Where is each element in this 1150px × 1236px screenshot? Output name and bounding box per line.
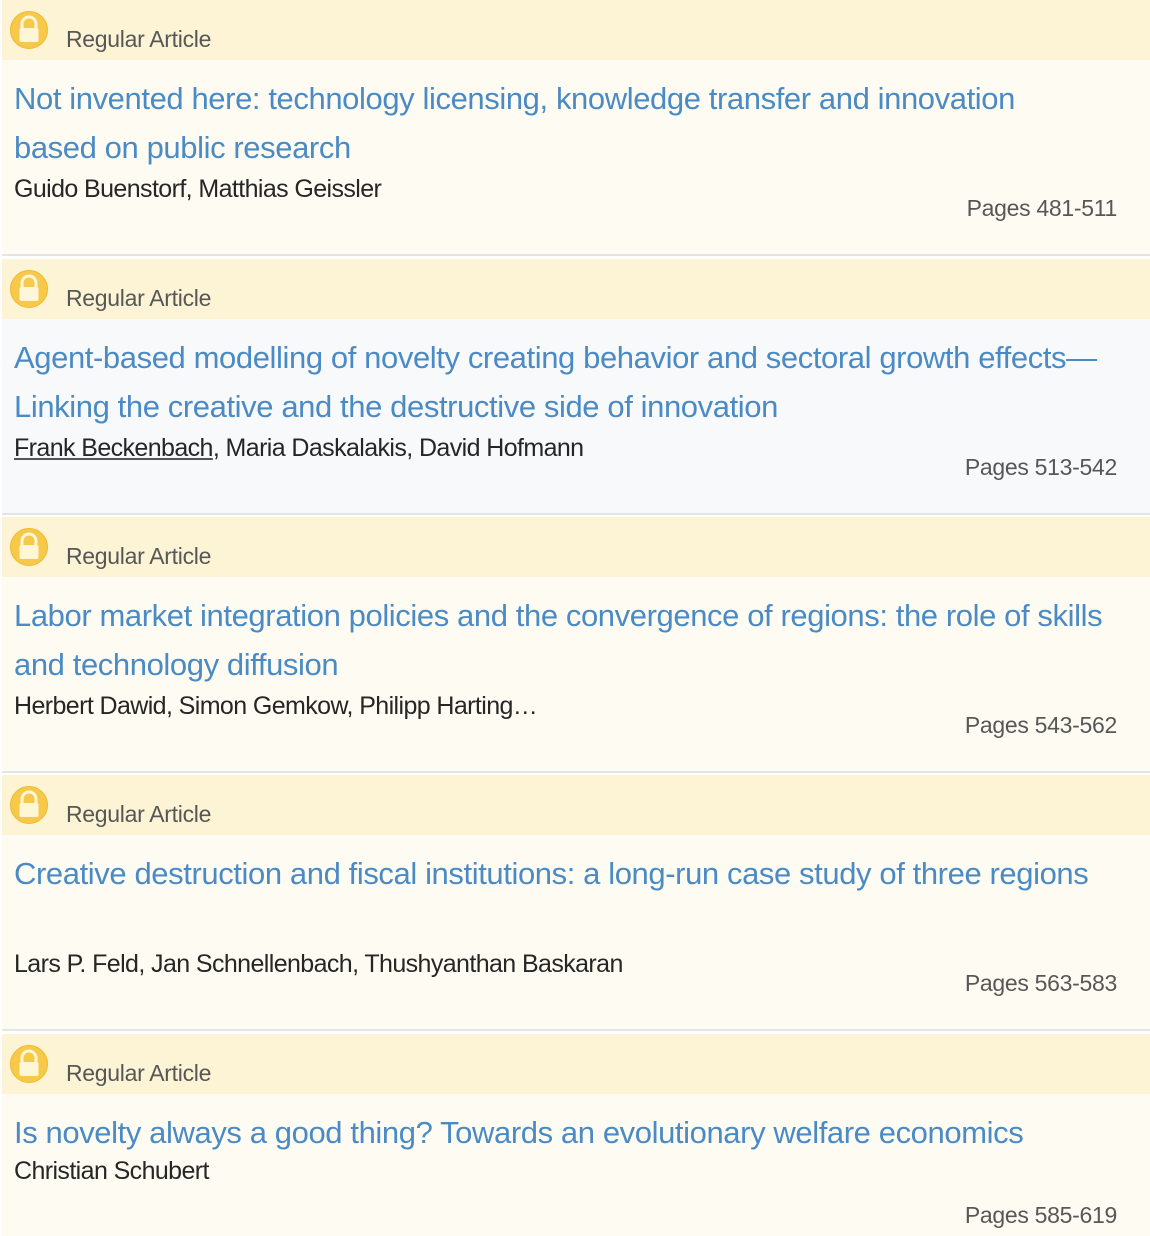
article-type-label: Regular Article <box>66 801 212 827</box>
article-title-link[interactable]: Labor market integration policies and th… <box>14 591 1104 689</box>
article-header: Regular Article <box>2 259 1150 319</box>
article-header: Regular Article <box>2 517 1150 577</box>
lock-icon <box>9 1044 49 1084</box>
lock-icon <box>9 785 49 825</box>
article-pages: Pages 543-562 <box>964 712 1117 738</box>
article-authors: Christian Schubert <box>14 1157 209 1185</box>
article-pages: Pages 563-583 <box>964 970 1117 996</box>
article-type-label: Regular Article <box>66 1060 212 1086</box>
article-title-link[interactable]: Is novelty always a good thing? Towards … <box>14 1108 1104 1157</box>
author-link[interactable]: Frank Beckenbach <box>14 434 213 462</box>
article-item: Regular Article Not invented here: techn… <box>2 0 1150 256</box>
article-pages: Pages 585-619 <box>964 1202 1117 1228</box>
article-item: Regular Article Labor market integration… <box>2 517 1150 773</box>
article-header: Regular Article <box>2 1034 1150 1094</box>
article-item: Regular Article Agent-based modelling of… <box>2 259 1150 515</box>
lock-icon <box>9 269 49 309</box>
article-item: Regular Article Is novelty always a good… <box>2 1034 1150 1236</box>
article-authors: Lars P. Feld, Jan Schnellenbach, Thushya… <box>14 950 623 978</box>
article-authors: Frank Beckenbach, Maria Daskalakis, Davi… <box>14 434 584 463</box>
article-authors: Guido Buenstorf, Matthias Geissler <box>14 175 382 203</box>
article-header: Regular Article <box>2 775 1150 835</box>
article-type-label: Regular Article <box>66 26 212 52</box>
lock-icon <box>9 527 49 567</box>
article-pages: Pages 481-511 <box>966 195 1118 221</box>
article-authors-rest: , Maria Daskalakis, David Hofmann <box>212 434 584 462</box>
article-item: Regular Article Creative destruction and… <box>2 775 1150 1031</box>
article-title-link[interactable]: Not invented here: technology licensing,… <box>14 74 1104 172</box>
article-authors: Herbert Dawid, Simon Gemkow, Philipp Har… <box>14 692 538 720</box>
article-title-link[interactable]: Agent-based modelling of novelty creatin… <box>14 333 1104 431</box>
article-pages: Pages 513-542 <box>964 454 1117 480</box>
lock-icon <box>9 10 49 50</box>
article-type-label: Regular Article <box>66 285 212 311</box>
article-type-label: Regular Article <box>66 543 212 569</box>
article-title-link[interactable]: Creative destruction and fiscal institut… <box>14 849 1104 898</box>
article-header: Regular Article <box>2 0 1150 60</box>
